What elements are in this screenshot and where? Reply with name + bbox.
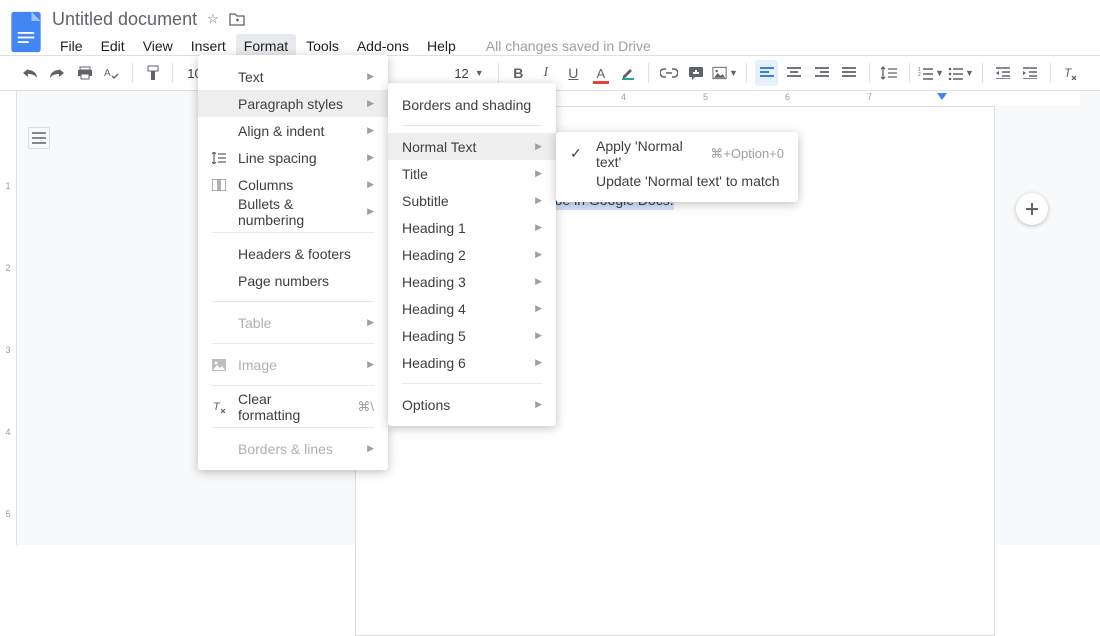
- highlight-color-button[interactable]: [617, 60, 640, 86]
- format-item-clear-formatting[interactable]: TClear formatting⌘\: [198, 393, 388, 420]
- chevron-right-icon: ▶: [367, 179, 374, 190]
- format-item-paragraph-styles[interactable]: Paragraph styles▶: [198, 90, 388, 117]
- format-item-line-spacing[interactable]: Line spacing▶: [198, 144, 388, 171]
- chevron-down-icon: ▼: [475, 68, 484, 78]
- svg-text:T: T: [1064, 66, 1073, 80]
- numbered-list-button[interactable]: 12▼: [918, 60, 944, 86]
- chevron-right-icon: ▶: [535, 141, 542, 152]
- chevron-right-icon: ▶: [367, 125, 374, 136]
- undo-button[interactable]: [18, 60, 41, 86]
- parastyle-item-heading-6[interactable]: Heading 6▶: [388, 349, 556, 376]
- format-item-table: Table▶: [198, 309, 388, 336]
- clear-formatting-button[interactable]: T: [1059, 60, 1082, 86]
- svg-text:2: 2: [918, 72, 921, 78]
- titlebar: Untitled document ☆ FileEditViewInsertFo…: [0, 0, 1100, 55]
- chevron-right-icon: ▶: [367, 359, 374, 370]
- decrease-indent-button[interactable]: [991, 60, 1014, 86]
- increase-indent-button[interactable]: [1018, 60, 1041, 86]
- format-item-image: Image▶: [198, 351, 388, 378]
- parastyle-item-heading-2[interactable]: Heading 2▶: [388, 241, 556, 268]
- align-center-button[interactable]: [782, 60, 805, 86]
- chevron-right-icon: ▶: [535, 330, 542, 341]
- align-justify-button[interactable]: [837, 60, 860, 86]
- chevron-right-icon: ▶: [535, 222, 542, 233]
- text-color-button[interactable]: A: [589, 60, 612, 86]
- format-menu: Text▶Paragraph styles▶Align & indent▶Lin…: [198, 55, 388, 470]
- parastyle-item-borders-and-shading[interactable]: Borders and shading: [388, 91, 556, 118]
- font-size-selector[interactable]: 12▼: [448, 66, 489, 81]
- docs-logo-icon[interactable]: [8, 8, 44, 56]
- format-item-borders-lines: Borders & lines▶: [198, 435, 388, 462]
- parastyle-item-heading-3[interactable]: Heading 3▶: [388, 268, 556, 295]
- format-item-headers-footers[interactable]: Headers & footers: [198, 240, 388, 267]
- chevron-right-icon: ▶: [535, 168, 542, 179]
- paint-format-button[interactable]: [141, 60, 164, 86]
- chevron-right-icon: ▶: [535, 357, 542, 368]
- chevron-right-icon: ▶: [367, 71, 374, 82]
- bulleted-list-button[interactable]: ▼: [948, 60, 974, 86]
- document-outline-button[interactable]: [28, 127, 50, 149]
- line-spacing-button[interactable]: [878, 60, 901, 86]
- move-to-folder-icon[interactable]: [229, 12, 245, 26]
- format-item-page-numbers[interactable]: Page numbers: [198, 267, 388, 294]
- chevron-right-icon: ▶: [535, 195, 542, 206]
- chevron-down-icon: ▼: [729, 68, 738, 78]
- star-icon[interactable]: ☆: [207, 11, 219, 27]
- format-item-bullets-numbering[interactable]: Bullets & numbering▶: [198, 198, 388, 225]
- parastyle-item-heading-1[interactable]: Heading 1▶: [388, 214, 556, 241]
- svg-text:A: A: [104, 68, 111, 79]
- chevron-right-icon: ▶: [367, 98, 374, 109]
- check-icon: ✓: [570, 145, 582, 162]
- chevron-right-icon: ▶: [535, 303, 542, 314]
- insert-comment-button[interactable]: [684, 60, 707, 86]
- parastyle-item-options[interactable]: Options▶: [388, 391, 556, 418]
- print-button[interactable]: [73, 60, 96, 86]
- chevron-right-icon: ▶: [535, 399, 542, 410]
- align-right-button[interactable]: [810, 60, 833, 86]
- normal-text-menu: ✓ Apply 'Normal text' ⌘+Option+0 Update …: [556, 132, 798, 202]
- chevron-right-icon: ▶: [535, 276, 542, 287]
- insert-link-button[interactable]: [657, 60, 680, 86]
- format-item-align-indent[interactable]: Align & indent▶: [198, 117, 388, 144]
- parastyle-item-subtitle[interactable]: Subtitle▶: [388, 187, 556, 214]
- indent-marker-icon[interactable]: [937, 93, 947, 100]
- chevron-right-icon: ▶: [367, 206, 374, 217]
- parastyle-item-normal-text[interactable]: Normal Text▶: [388, 133, 556, 160]
- redo-button[interactable]: [45, 60, 68, 86]
- document-title[interactable]: Untitled document: [52, 9, 197, 30]
- parastyle-item-heading-4[interactable]: Heading 4▶: [388, 295, 556, 322]
- chevron-right-icon: ▶: [367, 152, 374, 163]
- align-left-button[interactable]: [755, 60, 778, 86]
- chevron-right-icon: ▶: [367, 443, 374, 454]
- svg-text:T: T: [213, 401, 221, 413]
- format-item-columns[interactable]: Columns▶: [198, 171, 388, 198]
- update-normal-text-item[interactable]: Update 'Normal text' to match: [556, 167, 798, 194]
- paragraph-styles-menu: Borders and shading Normal Text▶Title▶Sub…: [388, 83, 556, 426]
- spellcheck-button[interactable]: A: [100, 60, 123, 86]
- vertical-ruler: 12345: [0, 91, 17, 545]
- chevron-right-icon: ▶: [367, 317, 374, 328]
- parastyle-item-title[interactable]: Title▶: [388, 160, 556, 187]
- explore-button[interactable]: [1016, 193, 1048, 225]
- parastyle-item-heading-5[interactable]: Heading 5▶: [388, 322, 556, 349]
- chevron-right-icon: ▶: [535, 249, 542, 260]
- insert-image-button[interactable]: ▼: [712, 60, 738, 86]
- underline-button[interactable]: U: [562, 60, 585, 86]
- format-item-text[interactable]: Text▶: [198, 63, 388, 90]
- apply-normal-text-item[interactable]: ✓ Apply 'Normal text' ⌘+Option+0: [556, 140, 798, 167]
